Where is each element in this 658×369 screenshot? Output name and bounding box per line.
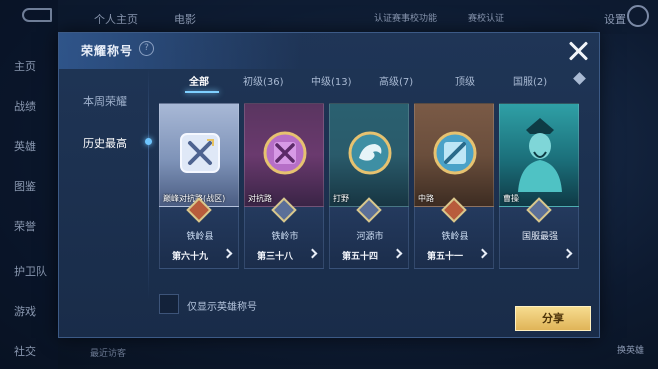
tab-movies[interactable]: 电影 xyxy=(174,11,196,27)
subnav-item-weekly[interactable]: 本周荣耀 xyxy=(83,93,127,109)
card-rank: 第三十八 xyxy=(257,252,294,262)
card-rank: 第五十四 xyxy=(342,252,379,262)
dialog-title: 荣耀称号 xyxy=(81,44,134,58)
card-region: 铁岭县 xyxy=(441,232,469,242)
card-region: 河源市 xyxy=(356,232,384,242)
recent-visitors[interactable]: 最近访客 xyxy=(90,346,126,359)
more-tabs-icon[interactable] xyxy=(573,72,586,85)
certify-button[interactable]: 赛校认证 xyxy=(468,11,504,24)
tab-all[interactable]: 全部 xyxy=(189,73,209,88)
honor-card[interactable]: 打野 河源市 第五十四 xyxy=(329,103,409,269)
tab-intermediate[interactable]: 中级(13) xyxy=(311,73,352,88)
card-artwork xyxy=(414,103,494,207)
active-indicator xyxy=(145,138,152,145)
help-icon[interactable]: ? xyxy=(139,41,154,56)
switch-hero-button[interactable]: 换英雄 xyxy=(617,343,644,356)
back-icon[interactable] xyxy=(22,8,52,22)
card-title: 对抗路 xyxy=(248,194,272,203)
chevron-right-icon[interactable] xyxy=(562,248,573,259)
honor-card[interactable]: 中路 铁岭县 第五十一 xyxy=(414,103,494,269)
card-rank: 第五十一 xyxy=(427,252,464,262)
card-rank: 第六十九 xyxy=(172,252,209,262)
card-region: 国服最强 xyxy=(521,232,558,242)
card-title: 曹操 xyxy=(503,194,519,203)
honor-card[interactable]: 巅峰对抗路(战区) 铁岭县 第六十九 xyxy=(159,103,239,269)
card-title: 打野 xyxy=(333,194,349,203)
tab-top[interactable]: 顶级 xyxy=(455,73,475,88)
card-region: 铁岭县 xyxy=(186,232,214,242)
sidebar-item-guard[interactable]: 护卫队 xyxy=(14,263,47,279)
gear-icon[interactable] xyxy=(627,5,649,27)
close-button[interactable] xyxy=(564,37,592,65)
subnav-item-history-best[interactable]: 历史最高 xyxy=(83,135,127,151)
dragon-icon xyxy=(348,131,392,175)
share-button[interactable]: 分享 xyxy=(515,306,591,331)
crossed-swords-icon xyxy=(180,133,220,173)
sidebar-item-social[interactable]: 社交 xyxy=(14,343,36,359)
sidebar-item-heroes[interactable]: 英雄 xyxy=(14,138,36,154)
settings-label[interactable]: 设置 xyxy=(604,11,626,27)
card-title: 中路 xyxy=(418,194,434,203)
hero-portrait-icon xyxy=(518,118,562,192)
honor-card[interactable]: 曹操 国服最强 xyxy=(499,103,579,269)
sidebar-item-gallery[interactable]: 图鉴 xyxy=(14,178,36,194)
chevron-right-icon[interactable] xyxy=(477,248,488,259)
background-sidebar: 主页 战绩 英雄 图鉴 荣誉 护卫队 游戏 社交 xyxy=(0,0,58,369)
chevron-right-icon[interactable] xyxy=(392,248,403,259)
tab-underline xyxy=(185,91,219,93)
app-screen: 主页 战绩 英雄 图鉴 荣誉 护卫队 游戏 社交 个人主页 电影 认证赛事校功能… xyxy=(0,0,658,369)
checkbox-label[interactable]: 仅显示英雄称号 xyxy=(187,298,257,313)
crossed-swords-icon xyxy=(263,131,307,175)
subnav-divider xyxy=(148,69,149,299)
sidebar-item-honor[interactable]: 荣誉 xyxy=(14,218,36,234)
chevron-right-icon[interactable] xyxy=(222,248,233,259)
card-artwork xyxy=(329,103,409,207)
tab-senior[interactable]: 高级(7) xyxy=(379,73,413,88)
sidebar-item-home[interactable]: 主页 xyxy=(14,58,36,74)
honor-title-dialog: 荣耀称号 ? 本周荣耀 历史最高 全部 初级(36) 中级(13) 高级(7) … xyxy=(58,32,600,338)
mid-lane-icon xyxy=(433,131,477,175)
hero-titles-only-checkbox[interactable] xyxy=(159,294,179,314)
tier-tabs: 全部 初级(36) 中级(13) 高级(7) 顶级 国服(2) xyxy=(159,69,601,93)
honor-subnav: 本周荣耀 历史最高 xyxy=(59,69,159,339)
card-artwork xyxy=(159,103,239,207)
card-artwork xyxy=(499,103,579,207)
card-artwork xyxy=(244,103,324,207)
sidebar-item-records[interactable]: 战绩 xyxy=(14,98,36,114)
honor-card[interactable]: 对抗路 铁岭市 第三十八 xyxy=(244,103,324,269)
tab-national[interactable]: 国服(2) xyxy=(513,73,547,88)
top-notice: 认证赛事校功能 xyxy=(374,14,438,24)
sidebar-item-games[interactable]: 游戏 xyxy=(14,303,36,319)
background-topbar: 个人主页 电影 认证赛事校功能 赛校认证 设置 xyxy=(58,0,658,34)
card-region: 铁岭市 xyxy=(271,232,299,242)
chevron-right-icon[interactable] xyxy=(307,248,318,259)
tab-profile[interactable]: 个人主页 xyxy=(94,11,138,27)
tab-junior[interactable]: 初级(36) xyxy=(243,73,284,88)
